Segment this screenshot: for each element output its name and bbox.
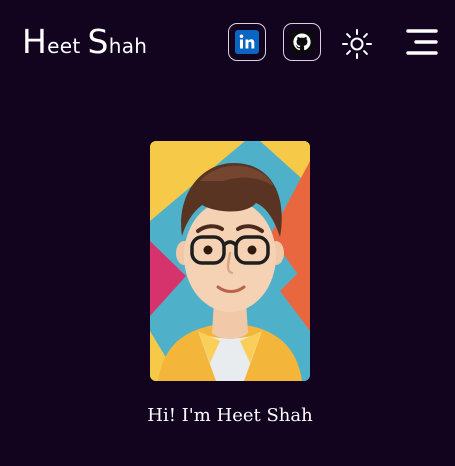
logo-last-rest: hah — [108, 34, 148, 58]
avatar-portrait — [150, 141, 310, 381]
site-logo[interactable]: Heet Shah — [22, 24, 147, 64]
github-button[interactable] — [283, 23, 321, 61]
sun-icon[interactable] — [340, 27, 374, 61]
avatar — [150, 141, 310, 381]
linkedin-button[interactable] — [228, 23, 266, 61]
linkedin-icon — [235, 30, 259, 54]
site-header: Heet Shah — [0, 0, 455, 86]
hero-greeting: Hi! I'm Heet Shah — [147, 405, 313, 426]
logo-last-initial: S — [87, 22, 109, 61]
hamburger-menu-icon[interactable] — [404, 27, 438, 57]
logo-first-rest: eet — [47, 34, 81, 58]
logo-first-initial: H — [22, 22, 48, 61]
github-icon — [290, 30, 314, 54]
